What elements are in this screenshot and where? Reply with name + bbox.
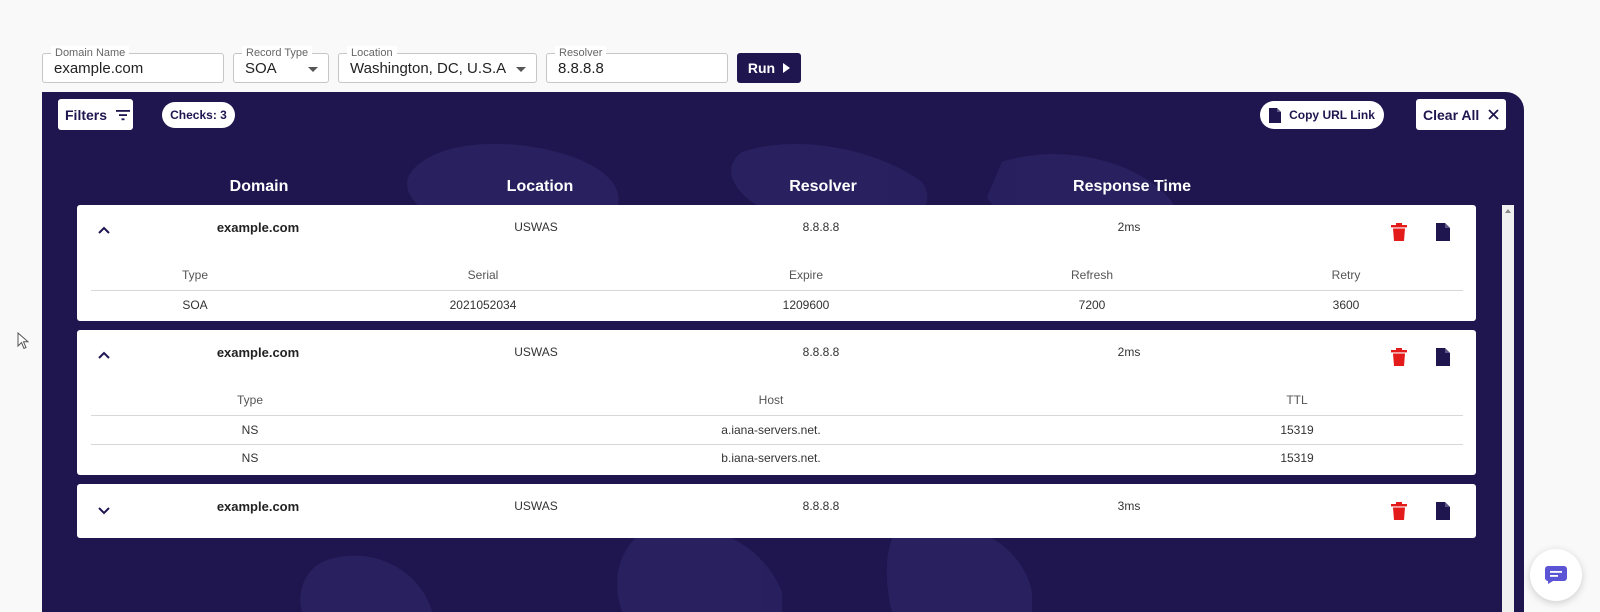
result-location: USWAS [514, 220, 558, 234]
detail-host: b.iana-servers.net. [721, 451, 821, 465]
detail-header-expire: Expire [788, 268, 824, 282]
detail-header-ttl: TTL [1286, 393, 1308, 407]
filters-button-label: Filters [65, 106, 108, 123]
domain-name-field[interactable]: Domain Name example.com [42, 46, 224, 83]
document-icon[interactable] [1435, 502, 1451, 520]
result-card: example.com USWAS 8.8.8.8 2ms Type Seria… [77, 205, 1476, 321]
location-select[interactable]: Location Washington, DC, U.S.A [338, 46, 537, 83]
document-icon [1269, 107, 1282, 123]
detail-header-type: Type [181, 268, 209, 282]
detail-divider [91, 290, 1463, 291]
chevron-up-icon[interactable] [97, 348, 111, 362]
chevron-down-icon[interactable] [97, 504, 111, 518]
filters-button[interactable]: Filters [58, 99, 133, 130]
detail-expire: 1209600 [782, 298, 830, 312]
trash-icon[interactable] [1391, 502, 1407, 520]
domain-name-value: example.com [54, 60, 144, 77]
close-icon [1488, 109, 1499, 120]
clear-all-button[interactable]: Clear All [1416, 99, 1506, 130]
result-card: example.com USWAS 8.8.8.8 2ms Type Host … [77, 330, 1476, 475]
detail-header-serial: Serial [467, 268, 499, 282]
result-domain: example.com [216, 345, 300, 360]
column-header-domain: Domain [229, 178, 289, 195]
detail-divider [91, 415, 1463, 416]
detail-type: SOA [182, 298, 208, 312]
document-icon[interactable] [1435, 348, 1451, 366]
column-header-location: Location [506, 178, 574, 195]
result-location: USWAS [514, 345, 558, 359]
chat-button[interactable] [1530, 549, 1582, 601]
chat-bubble-icon [1545, 566, 1567, 584]
column-header-response-time: Response Time [1073, 178, 1191, 195]
play-icon [783, 63, 791, 73]
checks-count-label: Checks: 3 [170, 108, 227, 122]
caret-down-icon [308, 67, 318, 72]
column-header-resolver: Resolver [789, 178, 857, 195]
resolver-label: Resolver [555, 46, 607, 60]
trash-icon[interactable] [1391, 223, 1407, 241]
detail-ttl: 15319 [1280, 423, 1314, 437]
scroll-up-arrow-icon[interactable] [1505, 209, 1511, 213]
results-panel: Filters Checks: 3 Copy URL Link Clear Al… [42, 92, 1524, 612]
run-button-label: Run [747, 60, 776, 76]
copy-url-link-label: Copy URL Link [1289, 108, 1375, 122]
resolver-field[interactable]: Resolver 8.8.8.8 [546, 46, 728, 83]
detail-host: a.iana-servers.net. [721, 423, 821, 437]
result-card: example.com USWAS 8.8.8.8 3ms [77, 484, 1476, 538]
detail-header-host: Host [758, 393, 784, 407]
run-button[interactable]: Run [737, 53, 801, 83]
result-domain: example.com [216, 499, 300, 514]
detail-type: NS [241, 451, 259, 465]
record-type-value: SOA [245, 60, 277, 77]
result-resolver: 8.8.8.8 [802, 499, 840, 513]
detail-divider [91, 444, 1463, 445]
result-response-time: 2ms [1117, 345, 1141, 359]
clear-all-label: Clear All [1423, 106, 1480, 123]
detail-type: NS [241, 423, 259, 437]
trash-icon[interactable] [1391, 348, 1407, 366]
chevron-up-icon[interactable] [97, 223, 111, 237]
detail-header-retry: Retry [1331, 268, 1361, 282]
result-response-time: 2ms [1117, 220, 1141, 234]
detail-refresh: 7200 [1078, 298, 1106, 312]
resolver-value: 8.8.8.8 [558, 60, 604, 77]
mouse-pointer-icon [17, 332, 29, 350]
result-resolver: 8.8.8.8 [802, 345, 840, 359]
domain-name-label: Domain Name [51, 46, 130, 60]
detail-retry: 3600 [1332, 298, 1360, 312]
checks-count-badge: Checks: 3 [162, 102, 235, 128]
result-location: USWAS [514, 499, 558, 513]
detail-header-refresh: Refresh [1070, 268, 1114, 282]
document-icon[interactable] [1435, 223, 1451, 241]
record-type-select[interactable]: Record Type SOA [233, 46, 329, 83]
location-value: Washington, DC, U.S.A [350, 60, 507, 77]
copy-url-link-button[interactable]: Copy URL Link [1260, 101, 1384, 129]
filter-lines-icon [116, 109, 131, 120]
result-response-time: 3ms [1117, 499, 1141, 513]
detail-header-type: Type [236, 393, 264, 407]
record-type-label: Record Type [242, 46, 313, 60]
result-domain: example.com [216, 220, 300, 235]
location-label: Location [347, 46, 397, 60]
results-scrollbar[interactable] [1502, 205, 1514, 612]
result-resolver: 8.8.8.8 [802, 220, 840, 234]
detail-serial: 2021052034 [449, 298, 517, 312]
caret-down-icon [516, 67, 526, 72]
detail-ttl: 15319 [1280, 451, 1314, 465]
